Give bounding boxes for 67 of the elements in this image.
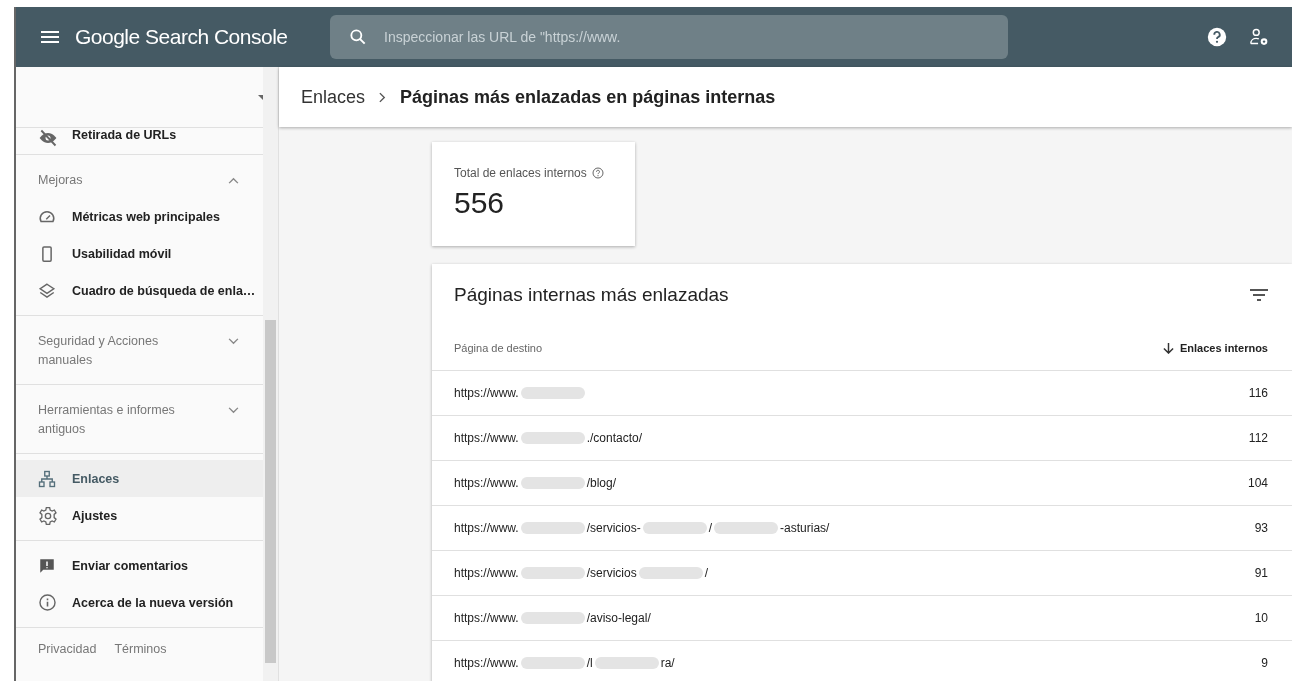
url-cell[interactable]: https://www. /aviso-legal/ bbox=[454, 611, 651, 625]
count-cell: 91 bbox=[1254, 566, 1268, 580]
url-cell[interactable]: https://www. ./contacto/ bbox=[454, 431, 643, 445]
redaction-blur bbox=[520, 387, 585, 399]
table-title: Páginas internas más enlazadas bbox=[454, 284, 729, 306]
sitemap-icon bbox=[38, 469, 56, 488]
breadcrumb-link[interactable]: Enlaces bbox=[301, 86, 366, 108]
url-cell[interactable]: https://www. /servicios / bbox=[454, 566, 709, 580]
count-cell: 104 bbox=[1247, 476, 1268, 490]
filter-icon[interactable] bbox=[1250, 289, 1268, 301]
search-icon bbox=[348, 27, 368, 47]
nav-item[interactable]: Enlaces bbox=[16, 460, 263, 497]
nav-item[interactable]: Acerca de la nueva versión bbox=[16, 584, 263, 621]
search-field[interactable]: Inspeccionar las URL de "https://www. bbox=[382, 28, 1008, 46]
url-cell[interactable]: https://www. /blog/ bbox=[454, 476, 617, 490]
nav-item[interactable]: Usabilidad móvil bbox=[16, 235, 263, 272]
nav-section-header[interactable]: Seguridad y Acciones manuales bbox=[16, 322, 263, 378]
chevron-icon bbox=[228, 177, 239, 184]
redaction-blur bbox=[594, 657, 659, 669]
redaction-blur bbox=[520, 477, 585, 489]
info-icon bbox=[38, 593, 57, 612]
count-cell: 93 bbox=[1254, 521, 1268, 535]
footer-link[interactable]: Privacidad bbox=[38, 642, 97, 656]
nav-item[interactable]: Enviar comentarios bbox=[16, 547, 263, 584]
help-icon[interactable] bbox=[591, 167, 604, 179]
count-cell: 9 bbox=[1261, 656, 1268, 670]
settings-icon bbox=[38, 505, 58, 526]
redaction-blur bbox=[638, 567, 703, 579]
footer-link[interactable]: Términos bbox=[114, 642, 167, 656]
count-cell: 112 bbox=[1248, 431, 1268, 445]
help-icon[interactable] bbox=[1206, 26, 1228, 48]
chevron-icon bbox=[228, 407, 239, 414]
total-label: Total de enlaces internos bbox=[454, 166, 587, 180]
layers-icon bbox=[38, 281, 56, 300]
redaction-blur bbox=[520, 432, 585, 444]
chevron-right-icon bbox=[379, 91, 387, 103]
url-cell[interactable]: https://www. /servicios- / -asturias/ bbox=[454, 521, 830, 535]
nav-item[interactable]: Cuadro de búsqueda de enla… bbox=[16, 272, 263, 309]
column-header: Página de destino bbox=[454, 342, 543, 354]
redaction-blur bbox=[520, 567, 585, 579]
product-name: Google Search Console bbox=[75, 25, 289, 49]
url-cell[interactable]: https://www. bbox=[454, 386, 587, 400]
redaction-blur bbox=[520, 657, 585, 669]
search-bar[interactable]: Inspeccionar las URL de "https://www. bbox=[330, 15, 1008, 59]
scrollbar[interactable] bbox=[263, 67, 278, 681]
nav-item[interactable]: Ajustes bbox=[16, 497, 263, 534]
sort-arrow-icon bbox=[1162, 342, 1174, 354]
redaction-blur bbox=[642, 522, 707, 534]
redaction-blur bbox=[520, 612, 585, 624]
user-settings-icon[interactable] bbox=[1248, 26, 1270, 48]
column-header[interactable]: Enlaces internos bbox=[1162, 342, 1268, 354]
chevron-icon bbox=[228, 338, 239, 345]
menu-icon[interactable] bbox=[41, 31, 59, 43]
feedback-icon bbox=[38, 556, 56, 575]
count-cell: 10 bbox=[1254, 611, 1268, 625]
count-cell: 116 bbox=[1248, 386, 1268, 400]
scrollbar-thumb[interactable] bbox=[265, 320, 276, 663]
nav-item[interactable]: Métricas web principales bbox=[16, 198, 263, 235]
page-title: Páginas más enlazadas en páginas internas bbox=[400, 86, 776, 108]
redaction-blur bbox=[714, 522, 779, 534]
redaction-blur bbox=[520, 522, 585, 534]
nav-section-header[interactable]: Mejoras bbox=[16, 161, 263, 198]
eye-slash-icon bbox=[38, 128, 58, 148]
nav-section-header[interactable]: Herramientas e informes antiguos bbox=[16, 391, 263, 447]
total-value: 556 bbox=[454, 186, 506, 220]
url-cell[interactable]: https://www. /l ra/ bbox=[454, 656, 675, 670]
nav-item[interactable]: Retirada de URLs bbox=[16, 128, 263, 150]
